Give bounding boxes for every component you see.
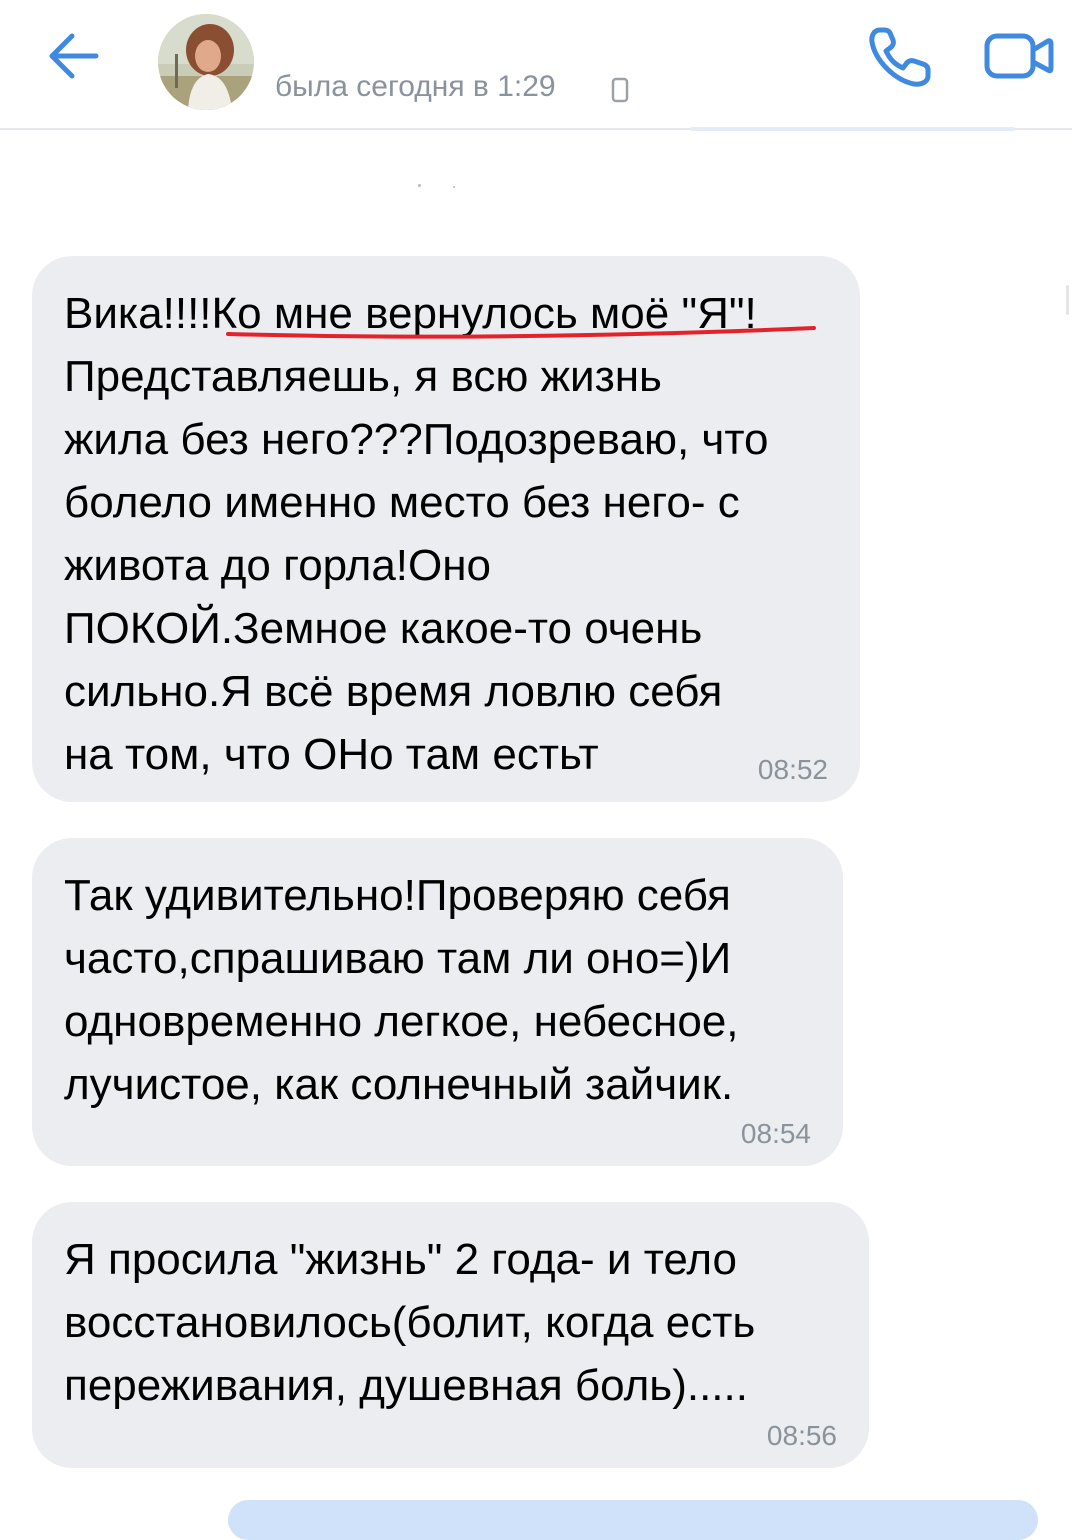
message-time: 08:54 [740,1118,811,1149]
contact-avatar[interactable] [158,14,254,110]
message-bubble[interactable]: Так удивительно!Проверяю себя часто,спра… [32,838,843,1166]
last-seen-status: была сегодня в 1:29 [275,70,556,103]
message-text: Так удивительно!Проверяю себя часто,спра… [64,871,739,1109]
phone-call-icon[interactable] [866,24,934,90]
message-bubble[interactable]: Я просила "жизнь" 2 года- и тело восстан… [32,1202,869,1468]
decorative-dot [453,186,455,188]
arrow-left-icon[interactable] [44,28,104,84]
message-text-start: Вика!!!! [64,289,212,338]
phone-device-icon [611,77,629,103]
message-time: 08:52 [757,754,828,785]
chat-header: была сегодня в 1:29 [0,0,1072,130]
header-shadow [690,127,1015,131]
message-text-rest: Представляешь, я всю жизнь жила без него… [64,352,769,779]
scroll-indicator[interactable] [1066,285,1069,315]
message-time: 08:56 [766,1420,837,1451]
handdrawn-underline [226,322,818,346]
outgoing-message-bubble[interactable] [228,1500,1038,1540]
decorative-dot [418,184,421,187]
video-camera-icon[interactable] [984,32,1054,80]
message-text: Вика!!!!Ко мне вернулось моё "Я"! Предста… [64,282,828,786]
message-text: Я просила "жизнь" 2 года- и тело восстан… [64,1235,756,1410]
